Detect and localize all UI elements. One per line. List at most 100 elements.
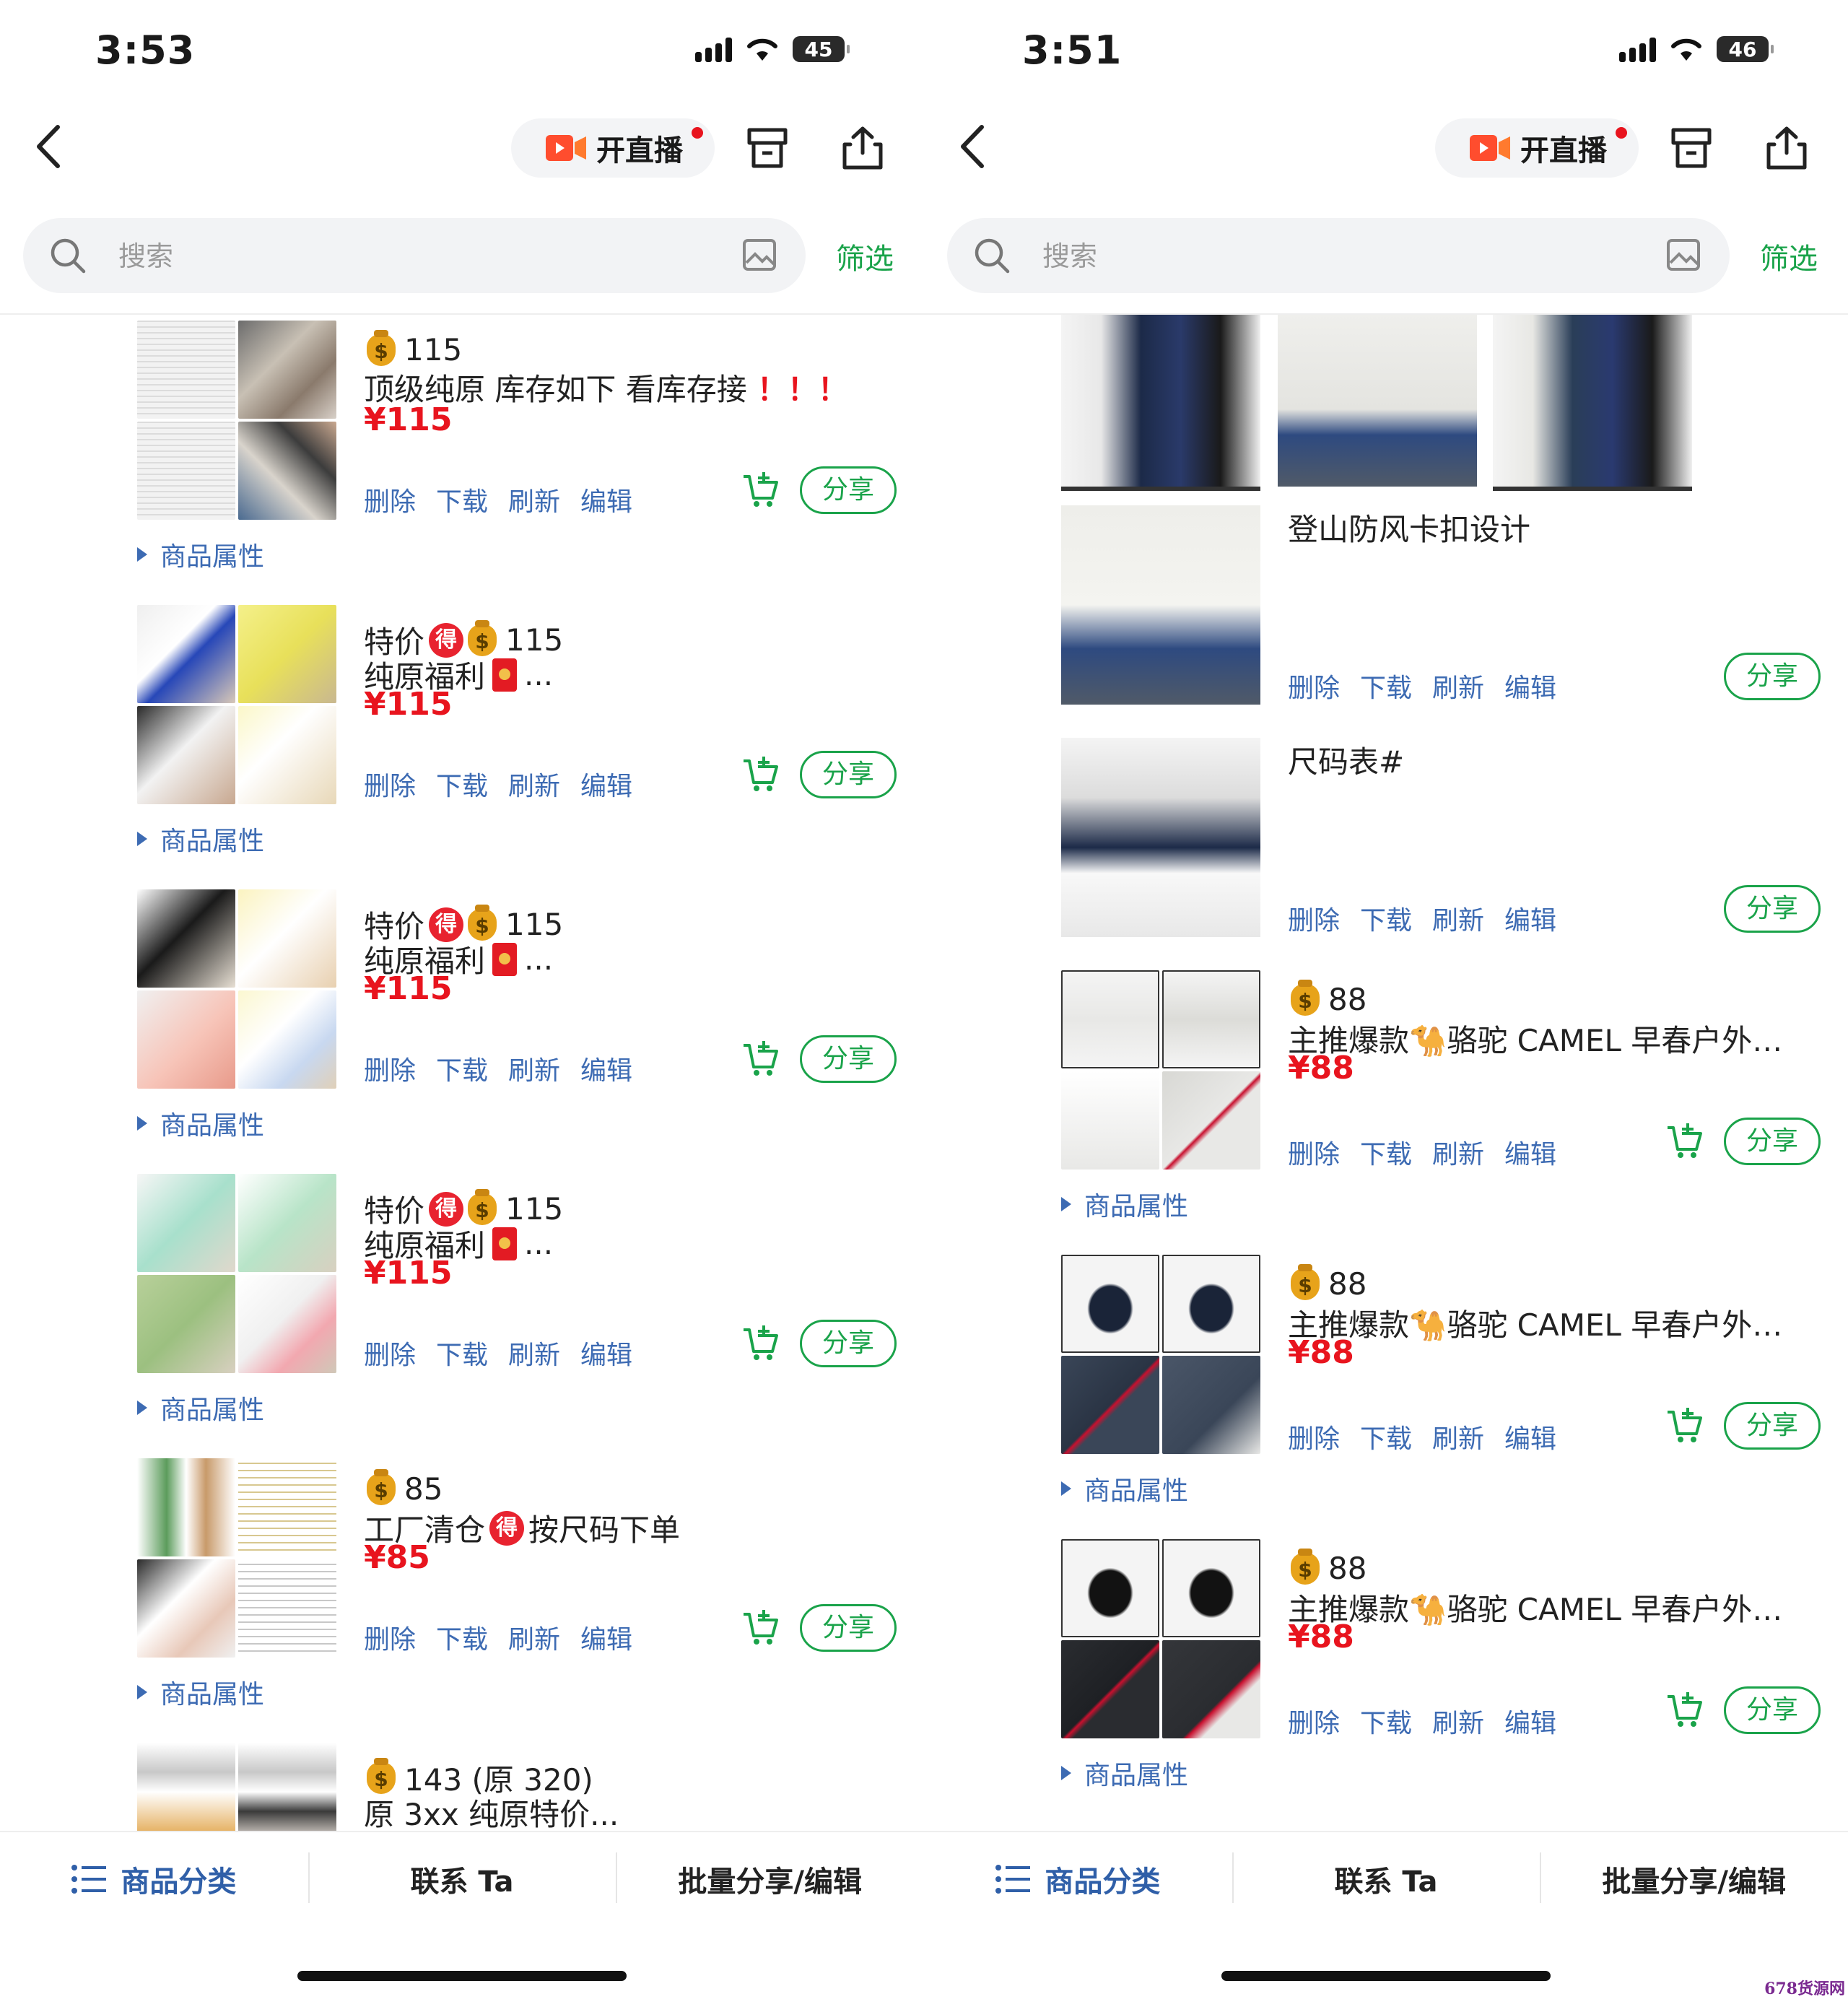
refresh-button[interactable]: 刷新 bbox=[508, 1050, 560, 1087]
cart-add-icon[interactable] bbox=[1665, 1406, 1704, 1445]
product-attributes-toggle[interactable]: 商品属性 bbox=[137, 1105, 264, 1142]
cart-add-icon[interactable] bbox=[1665, 1691, 1704, 1730]
store-icon[interactable] bbox=[744, 124, 791, 172]
edit-button[interactable]: 编辑 bbox=[1504, 1133, 1556, 1171]
download-button[interactable]: 下载 bbox=[436, 1619, 488, 1656]
edit-button[interactable]: 编辑 bbox=[580, 1050, 632, 1087]
share-out-icon[interactable] bbox=[1763, 124, 1810, 172]
delete-button[interactable]: 删除 bbox=[364, 1334, 416, 1372]
share-button[interactable]: 分享 bbox=[1724, 1118, 1821, 1165]
product-photo[interactable] bbox=[1061, 315, 1260, 491]
share-button[interactable]: 分享 bbox=[800, 751, 897, 798]
download-button[interactable]: 下载 bbox=[1360, 667, 1412, 705]
product-attributes-toggle[interactable]: 商品属性 bbox=[1061, 1470, 1188, 1507]
product-image[interactable] bbox=[1061, 738, 1260, 937]
download-button[interactable]: 下载 bbox=[436, 1334, 488, 1372]
tab-categories[interactable]: 商品分类 bbox=[0, 1832, 308, 1926]
cart-add-icon[interactable] bbox=[741, 1608, 780, 1647]
home-indicator[interactable] bbox=[297, 1971, 627, 1981]
cart-add-icon[interactable] bbox=[741, 471, 780, 510]
back-icon[interactable] bbox=[953, 121, 996, 172]
cart-add-icon[interactable] bbox=[741, 1040, 780, 1079]
edit-button[interactable]: 编辑 bbox=[1504, 900, 1556, 937]
download-button[interactable]: 下载 bbox=[1360, 1702, 1412, 1740]
edit-button[interactable]: 编辑 bbox=[580, 481, 632, 518]
download-button[interactable]: 下载 bbox=[1360, 1418, 1412, 1455]
edit-button[interactable]: 编辑 bbox=[580, 1619, 632, 1656]
image-search-icon[interactable] bbox=[1666, 238, 1701, 271]
product-photo[interactable] bbox=[1493, 315, 1692, 491]
delete-button[interactable]: 删除 bbox=[1288, 667, 1340, 705]
refresh-button[interactable]: 刷新 bbox=[1432, 1133, 1484, 1171]
share-button[interactable]: 分享 bbox=[1724, 885, 1821, 933]
cart-add-icon[interactable] bbox=[741, 755, 780, 794]
product-attributes-toggle[interactable]: 商品属性 bbox=[137, 1389, 264, 1427]
edit-button[interactable]: 编辑 bbox=[1504, 1702, 1556, 1740]
product-image[interactable] bbox=[1061, 970, 1260, 1170]
share-button[interactable]: 分享 bbox=[1724, 1686, 1821, 1734]
download-button[interactable]: 下载 bbox=[1360, 900, 1412, 937]
product-attributes-toggle[interactable]: 商品属性 bbox=[1061, 1754, 1188, 1792]
share-button[interactable]: 分享 bbox=[800, 466, 897, 514]
product-image[interactable] bbox=[1061, 1255, 1260, 1454]
cart-add-icon[interactable] bbox=[1665, 1122, 1704, 1161]
share-button[interactable]: 分享 bbox=[1724, 1402, 1821, 1450]
refresh-button[interactable]: 刷新 bbox=[508, 481, 560, 518]
refresh-button[interactable]: 刷新 bbox=[1432, 1418, 1484, 1455]
filter-button[interactable]: 筛选 bbox=[836, 235, 894, 277]
delete-button[interactable]: 删除 bbox=[1288, 1418, 1340, 1455]
product-list[interactable]: $115 顶级纯原 库存如下 看库存接！！！ ¥115 删除 下载 刷新 编辑 … bbox=[0, 315, 924, 1831]
delete-button[interactable]: 删除 bbox=[1288, 1702, 1340, 1740]
go-live-button[interactable]: 开直播 bbox=[1435, 118, 1639, 178]
product-image[interactable] bbox=[137, 889, 336, 1089]
share-button[interactable]: 分享 bbox=[1724, 653, 1821, 700]
search-input[interactable] bbox=[117, 234, 712, 279]
go-live-button[interactable]: 开直播 bbox=[511, 118, 715, 178]
product-list[interactable]: 登山防风卡扣设计 删除 下载 刷新 编辑 分享 尺码表# 删除 下载 刷新 编辑… bbox=[924, 315, 1848, 1831]
edit-button[interactable]: 编辑 bbox=[580, 1334, 632, 1372]
edit-button[interactable]: 编辑 bbox=[1504, 1418, 1556, 1455]
tab-contact[interactable]: 联系 Ta bbox=[308, 1832, 616, 1926]
home-indicator[interactable] bbox=[1221, 1971, 1551, 1981]
product-photo[interactable] bbox=[1278, 315, 1477, 487]
refresh-button[interactable]: 刷新 bbox=[1432, 900, 1484, 937]
product-image[interactable] bbox=[137, 1174, 336, 1373]
download-button[interactable]: 下载 bbox=[1360, 1133, 1412, 1171]
refresh-button[interactable]: 刷新 bbox=[508, 1334, 560, 1372]
share-button[interactable]: 分享 bbox=[800, 1604, 897, 1652]
refresh-button[interactable]: 刷新 bbox=[508, 765, 560, 803]
store-icon[interactable] bbox=[1668, 124, 1715, 172]
cart-add-icon[interactable] bbox=[741, 1324, 780, 1363]
share-button[interactable]: 分享 bbox=[800, 1320, 897, 1367]
product-attributes-toggle[interactable]: 商品属性 bbox=[137, 820, 264, 858]
refresh-button[interactable]: 刷新 bbox=[1432, 667, 1484, 705]
edit-button[interactable]: 编辑 bbox=[580, 765, 632, 803]
product-attributes-toggle[interactable]: 商品属性 bbox=[1061, 1185, 1188, 1223]
product-image[interactable] bbox=[137, 605, 336, 804]
download-button[interactable]: 下载 bbox=[436, 765, 488, 803]
product-image[interactable] bbox=[137, 321, 336, 520]
tab-batch-share-edit[interactable]: 批量分享/编辑 bbox=[616, 1832, 924, 1926]
filter-button[interactable]: 筛选 bbox=[1760, 235, 1818, 277]
edit-button[interactable]: 编辑 bbox=[1504, 667, 1556, 705]
product-image[interactable] bbox=[137, 1743, 336, 1831]
delete-button[interactable]: 删除 bbox=[364, 1050, 416, 1087]
search-input[interactable] bbox=[1041, 234, 1636, 279]
search-bar[interactable] bbox=[23, 218, 806, 293]
image-search-icon[interactable] bbox=[742, 238, 777, 271]
delete-button[interactable]: 删除 bbox=[1288, 900, 1340, 937]
product-image[interactable] bbox=[137, 1458, 336, 1658]
delete-button[interactable]: 删除 bbox=[364, 1619, 416, 1656]
share-button[interactable]: 分享 bbox=[800, 1035, 897, 1083]
refresh-button[interactable]: 刷新 bbox=[508, 1619, 560, 1656]
product-image[interactable] bbox=[1061, 1539, 1260, 1738]
delete-button[interactable]: 删除 bbox=[364, 481, 416, 518]
delete-button[interactable]: 删除 bbox=[364, 765, 416, 803]
tab-batch-share-edit[interactable]: 批量分享/编辑 bbox=[1540, 1832, 1848, 1926]
share-out-icon[interactable] bbox=[839, 124, 886, 172]
product-image[interactable] bbox=[1061, 505, 1260, 705]
delete-button[interactable]: 删除 bbox=[1288, 1133, 1340, 1171]
tab-contact[interactable]: 联系 Ta bbox=[1232, 1832, 1540, 1926]
product-attributes-toggle[interactable]: 商品属性 bbox=[137, 536, 264, 573]
search-bar[interactable] bbox=[947, 218, 1730, 293]
